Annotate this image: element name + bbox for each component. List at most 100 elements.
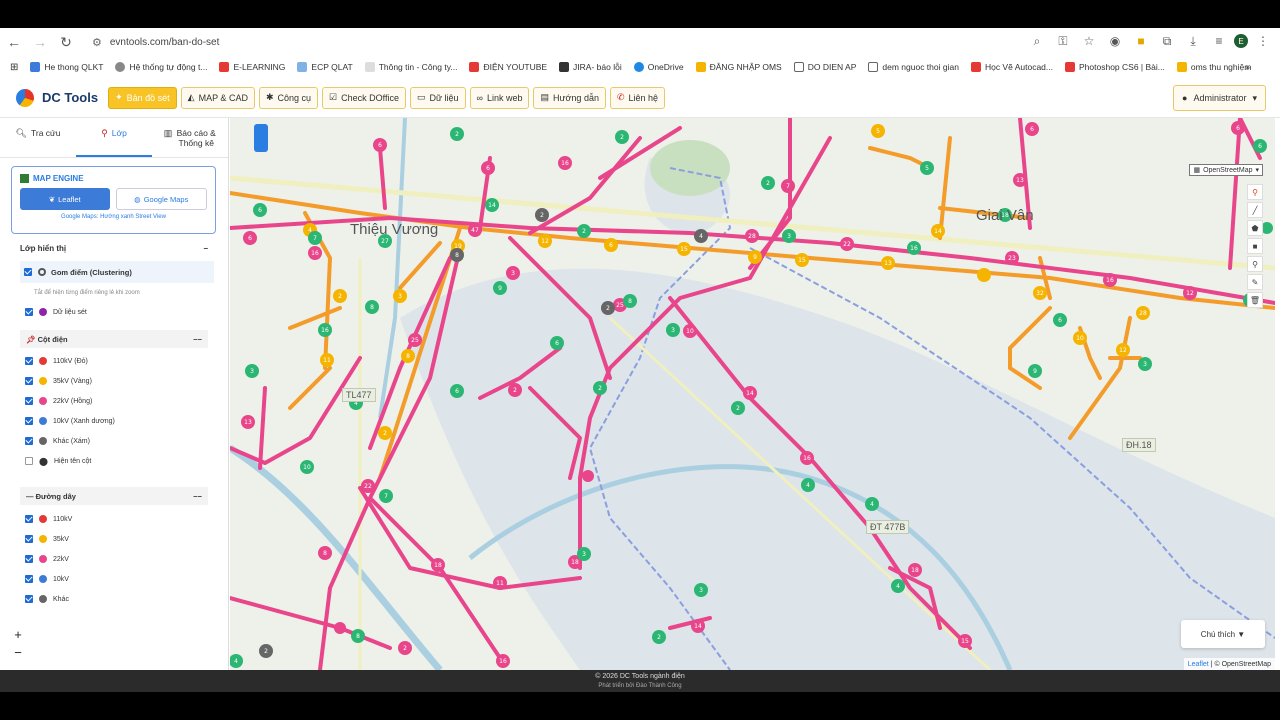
line-layer-110kv[interactable]: 110kV [25,509,228,529]
app-logo[interactable]: DC Tools [16,88,98,107]
line-layer-other[interactable]: Khác [25,589,228,609]
site-settings-icon[interactable]: ⚙ [92,36,102,49]
cluster-marker: 3 [506,266,520,280]
nav-lightning-map[interactable]: ✦ Bản đồ sét [108,86,177,109]
bookmark-item[interactable]: Thông tin - Công ty... [364,62,457,72]
svg-text:16: 16 [803,455,811,462]
nav-check-doffice[interactable]: ☑ Check DOffice [322,86,406,109]
bookmark-item[interactable]: OneDrive [633,62,684,72]
svg-text:9: 9 [498,285,502,292]
bookmark-item[interactable]: Học Vẽ Autocad... [970,62,1053,72]
sidebar-toggle-button[interactable] [254,124,268,152]
bookmark-item[interactable]: He thong QLKT [30,62,103,72]
poles-group-header[interactable]: 📌︎ Cột điện −− [20,330,208,348]
line-layer-22kv[interactable]: 22kV [25,549,228,569]
bookmark-item[interactable]: Photoshop CS6 | Bài... [1065,62,1165,72]
extension-icon[interactable]: ◉ [1104,30,1126,52]
bookmark-item[interactable]: ĐĂNG NHẬP OMS [695,62,782,72]
download-icon[interactable]: ⤓ [1182,30,1204,52]
bookmark-item[interactable]: JIRA- báo lỗi [559,62,622,72]
map-canvas[interactable]: 6 6 16 47 25 2 28 22 23 16 12 13 10 25 1… [230,118,1275,670]
nav-link-web[interactable]: ∞ Link web [469,86,530,109]
lines-group-header[interactable]: — Đường dây −− [20,487,208,505]
more-bookmarks-icon[interactable]: » [1245,62,1250,72]
cluster-marker: 11 [320,353,334,367]
cluster-marker: 2 [577,224,591,238]
key-icon[interactable]: ⚿ [1052,30,1074,52]
lightning-data-checkbox[interactable] [25,308,33,316]
map-engine-panel: MAP ENGINE ❦ Leaflet ◍ Google Maps Google … [11,166,216,234]
pole-layer-other[interactable]: Khác (Xám) [25,431,228,451]
nav-map-cad[interactable]: ◭ MAP & CAD [180,86,255,109]
zoom-out-button[interactable]: − [10,644,26,662]
draw-line-icon[interactable]: ╱ [1247,202,1263,218]
nav-guide[interactable]: ▤ Hướng dẫn [533,86,606,109]
svg-text:6: 6 [555,340,559,347]
visible-layers-header[interactable]: Lớp hiển thị − [20,244,208,253]
legend-button[interactable]: Chú thích ▼ [1181,620,1265,648]
back-icon[interactable]: ← [2,30,26,54]
media-icon[interactable]: ≡ [1208,30,1230,52]
cluster-marker: 15 [677,242,691,256]
nav-tools[interactable]: ✱ Công cụ [258,86,319,109]
cluster-marker: 22 [840,237,854,251]
svg-text:6: 6 [1258,143,1262,150]
bookmark-item[interactable]: dem nguoc thoi gian [868,62,959,72]
line-layer-35kv[interactable]: 35kV [25,529,228,549]
cluster-marker: 2 [652,630,666,644]
marker-tool-icon[interactable]: ⚲ [1247,256,1263,272]
leaflet-link[interactable]: Leaflet [1188,661,1209,668]
basemap-select[interactable]: ▦ OpenStreetMap ▾ [1189,164,1263,176]
draw-rectangle-icon[interactable]: ■ [1247,238,1263,254]
lightning-data-toggle[interactable]: Dữ liệu sét [25,302,228,322]
tab-reports[interactable]: ▥ Báo cáo & Thống kê [152,118,228,157]
svg-text:27: 27 [381,238,389,245]
trash-icon[interactable]: 🗑︎ [1247,292,1263,308]
svg-text:4: 4 [870,501,874,508]
apps-icon[interactable]: ⊞ [10,62,18,73]
zoom-icon[interactable]: ⌕ [1026,30,1048,52]
clustering-checkbox[interactable] [24,268,32,276]
checklist-icon: ☑ [329,92,338,102]
line-layer-10kv[interactable]: 10kV [25,569,228,589]
menu-icon[interactable]: ⋮ [1252,30,1274,52]
profile-avatar[interactable]: E [1234,34,1248,48]
forward-icon[interactable]: → [28,30,52,54]
bookmark-item[interactable]: ĐIỆN YOUTUBE [469,62,547,72]
nav-data[interactable]: ▭ Dữ liệu [409,86,466,109]
cluster-marker: 16 [907,241,921,255]
pole-layer-35kv[interactable]: 35kV (Vàng) [25,371,228,391]
pin-tool-icon[interactable]: ⚲ [1247,184,1263,200]
bookmark-item[interactable]: E-LEARNING [219,62,285,72]
book-icon: ▤ [540,92,549,102]
globe-icon: ◍ [134,194,141,204]
edit-icon[interactable]: ✎ [1247,274,1263,290]
zoom-in-button[interactable]: + [10,626,26,644]
google-maps-button[interactable]: ◍ Google Maps [115,188,207,210]
svg-text:2: 2 [540,212,544,219]
bookmark-item[interactable]: oms thu nghiệm [1176,62,1251,72]
extension-badge-icon[interactable]: ■ [1130,30,1152,52]
cluster-marker: 10 [300,460,314,474]
browser-window: ← → ↻ ⚙ evntools.com/ban-do-set ⌕ ⚿ ☆ ◉ … [0,28,1280,692]
reload-icon[interactable]: ↻ [54,30,78,54]
clustering-toggle[interactable]: Gom điểm (Clustering) [20,261,214,283]
address-bar[interactable]: ⚙ evntools.com/ban-do-set [92,36,219,49]
pole-layer-110kv[interactable]: 110kV (Đỏ) [25,351,228,371]
user-menu[interactable]: ● Administrator ▾ [1173,85,1266,111]
star-icon[interactable]: ☆ [1078,30,1100,52]
pole-layer-10kv[interactable]: 10kV (Xanh dương) [25,411,228,431]
draw-polygon-icon[interactable]: ⬟ [1247,220,1263,236]
pole-layer-22kv[interactable]: 22kV (Hồng) [25,391,228,411]
bookmark-item[interactable]: DO DIEN AP [793,62,856,72]
tab-layers[interactable]: ⚲ Lớp [76,118,152,157]
show-pole-names[interactable]: ⬤ Hiện tên cột [25,451,228,471]
nav-contact[interactable]: ✆ Liên hệ [609,86,666,109]
tab-search[interactable]: 🔍︎ Tra cứu [0,118,76,157]
svg-text:11: 11 [323,357,331,364]
bookmark-item[interactable]: ECP QLAT [297,62,353,72]
leaflet-button[interactable]: ❦ Leaflet [20,188,110,210]
bookmark-item[interactable]: Hệ thống tự động t... [115,62,207,72]
cluster-marker: 10 [1073,331,1087,345]
puzzle-icon[interactable]: ⧉ [1156,30,1178,52]
